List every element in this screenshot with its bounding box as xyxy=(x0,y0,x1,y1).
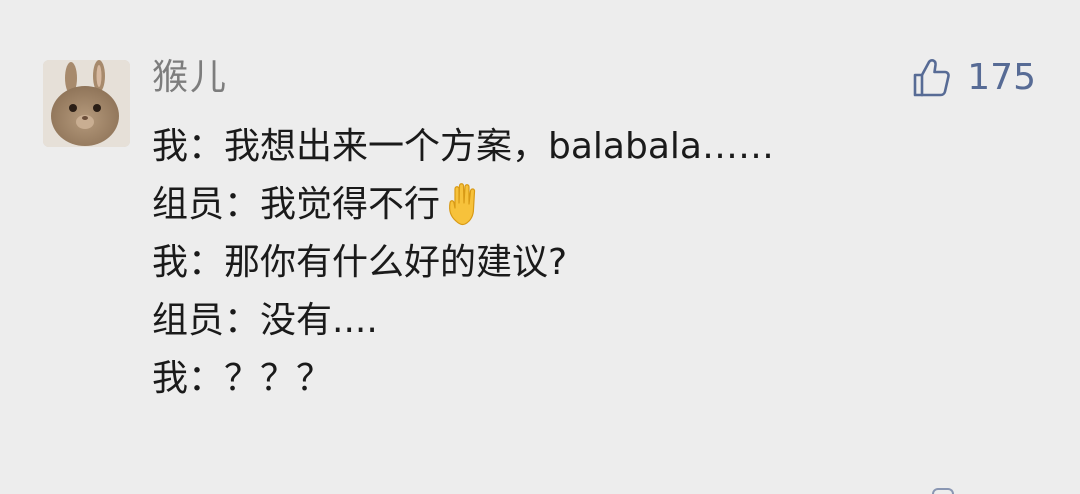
like-button[interactable]: 175 xyxy=(909,54,1036,102)
comment-line: 组员：没有.... xyxy=(152,292,1052,350)
username[interactable]: 猴儿 xyxy=(152,52,228,104)
avatar[interactable] xyxy=(43,60,130,147)
rabbit-avatar-image xyxy=(43,60,130,147)
comment-line-text: 组员：没有.... xyxy=(152,300,378,341)
thumbs-up-icon[interactable] xyxy=(909,56,953,100)
comment-line: 我：？？？ xyxy=(152,350,1052,408)
raised-hand-icon xyxy=(444,181,488,229)
comment-line-text: 我：那你有什么好的建议? xyxy=(152,242,568,283)
comment-line: 组员：我觉得不行 xyxy=(152,176,1052,234)
next-comment-like-icon-edge xyxy=(932,488,954,494)
comment-body: 我：我想出来一个方案，balabala…… 组员：我觉得不行 我：那你有什么好的… xyxy=(152,118,1052,408)
comment-line-text: 我：我想出来一个方案，balabala…… xyxy=(152,126,774,167)
comment-line-text: 我：？？？ xyxy=(152,358,333,399)
comment-line-text: 组员：我觉得不行 xyxy=(152,184,441,225)
comment-line: 我：那你有什么好的建议? xyxy=(152,234,1052,292)
comment-line: 我：我想出来一个方案，balabala…… xyxy=(152,118,1052,176)
like-count: 175 xyxy=(967,57,1036,98)
comment-item: 猴儿 175 我：我想出来一个方案，balabala…… 组员：我觉得不行 我：… xyxy=(0,0,1080,494)
